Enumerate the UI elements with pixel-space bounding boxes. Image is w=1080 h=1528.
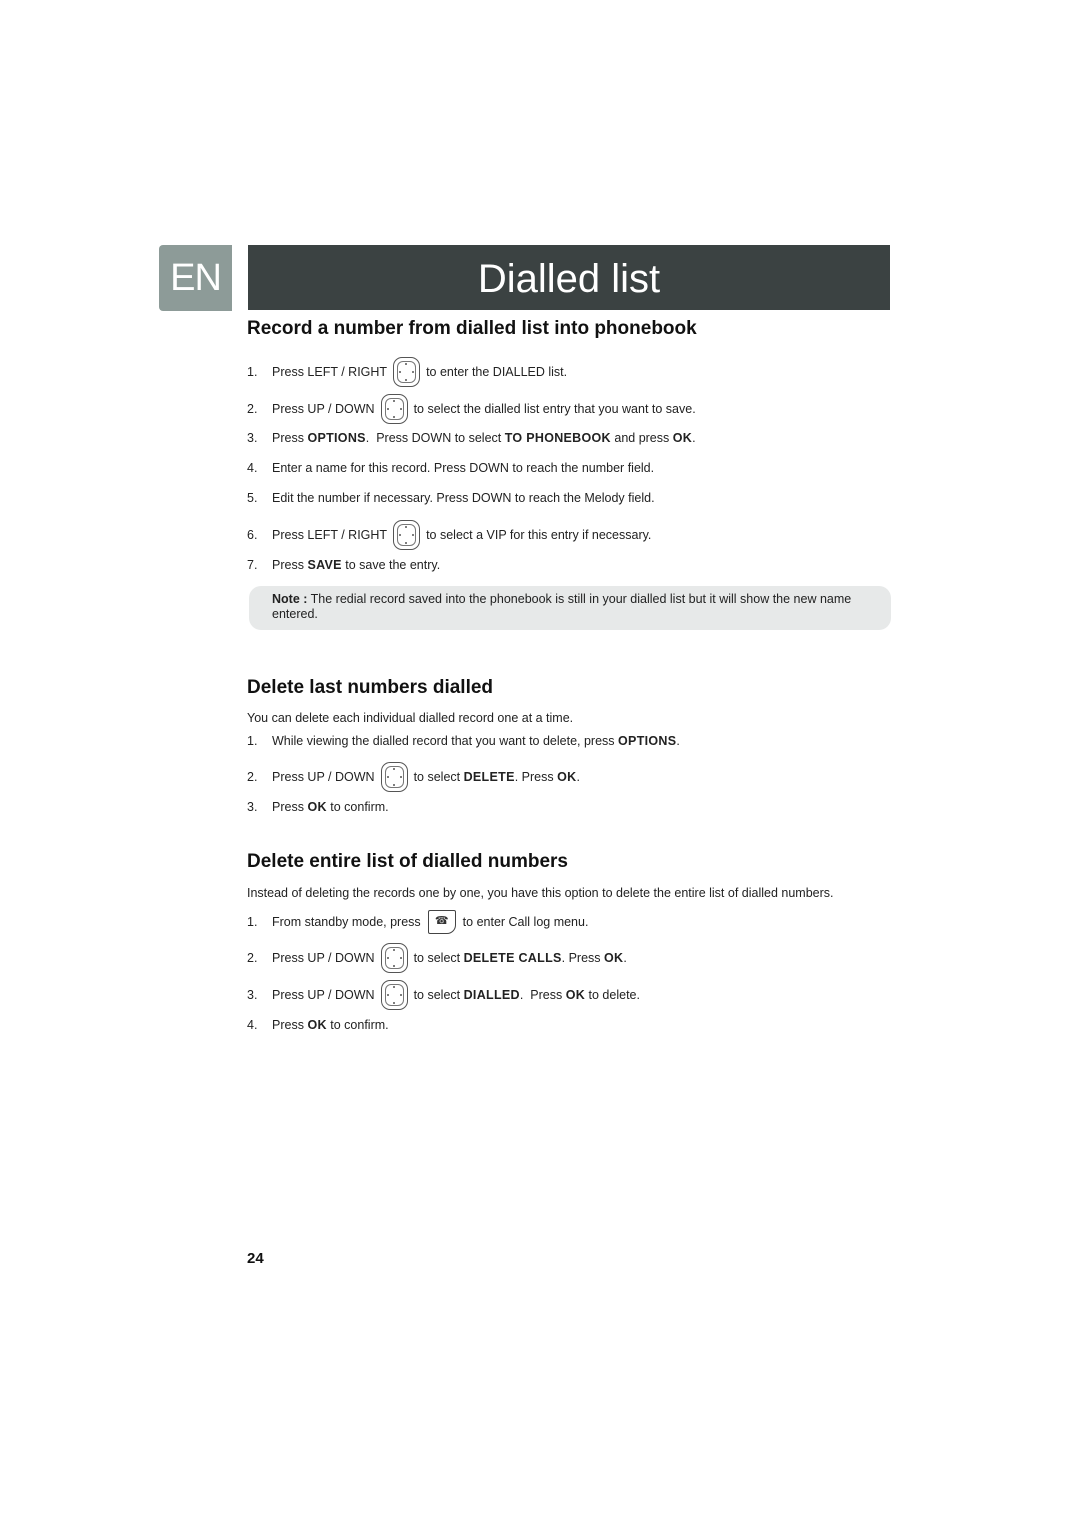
section-heading-delete-last: Delete last numbers dialled [247, 677, 494, 698]
list-item: 4. Enter a name for this record. Press D… [247, 461, 655, 475]
list-item: 2. Press UP / DOWN to select the dialled… [247, 394, 696, 424]
list-item: 2. Press UP / DOWN to select DELETE CALL… [247, 943, 627, 973]
note-label: Note : [272, 592, 308, 606]
note-box: Note : The redial record saved into the … [249, 586, 891, 630]
section-intro: You can delete each individual dialled r… [247, 711, 574, 725]
list-item: 3. Press OK to confirm. [247, 800, 389, 814]
list-item: 1. Press LEFT / RIGHT to enter the DIALL… [247, 357, 567, 387]
nav-key-icon [380, 943, 408, 973]
page-number: 24 [247, 1250, 264, 1267]
list-item: 1. From standby mode, press ☎ to enter C… [247, 910, 588, 934]
nav-key-icon [380, 980, 408, 1010]
nav-key-icon [380, 762, 408, 792]
list-item: 4. Press OK to confirm. [247, 1018, 389, 1032]
list-item: 7. Press SAVE to save the entry. [247, 558, 441, 572]
list-item: 1. While viewing the dialled record that… [247, 734, 680, 748]
call-log-key-icon: ☎ [427, 910, 456, 934]
nav-key-icon [393, 520, 421, 550]
note-text: The redial record saved into the phonebo… [272, 592, 852, 621]
list-item: 3. Press UP / DOWN to select DIALLED. Pr… [247, 980, 640, 1010]
list-item: 2. Press UP / DOWN to select DELETE. Pre… [247, 762, 580, 792]
page-title: Dialled list [248, 245, 890, 310]
list-item: 5. Edit the number if necessary. Press D… [247, 491, 655, 505]
section-heading-delete-entire: Delete entire list of dialled numbers [247, 851, 568, 872]
nav-key-icon [380, 394, 408, 424]
language-tab: EN [159, 245, 232, 311]
list-item: 3. Press OPTIONS. Press DOWN to select T… [247, 431, 696, 445]
section-heading-record: Record a number from dialled list into p… [247, 318, 697, 339]
section-intro: Instead of deleting the records one by o… [247, 886, 834, 900]
list-item: 6. Press LEFT / RIGHT to select a VIP fo… [247, 520, 651, 550]
nav-key-icon [393, 357, 421, 387]
